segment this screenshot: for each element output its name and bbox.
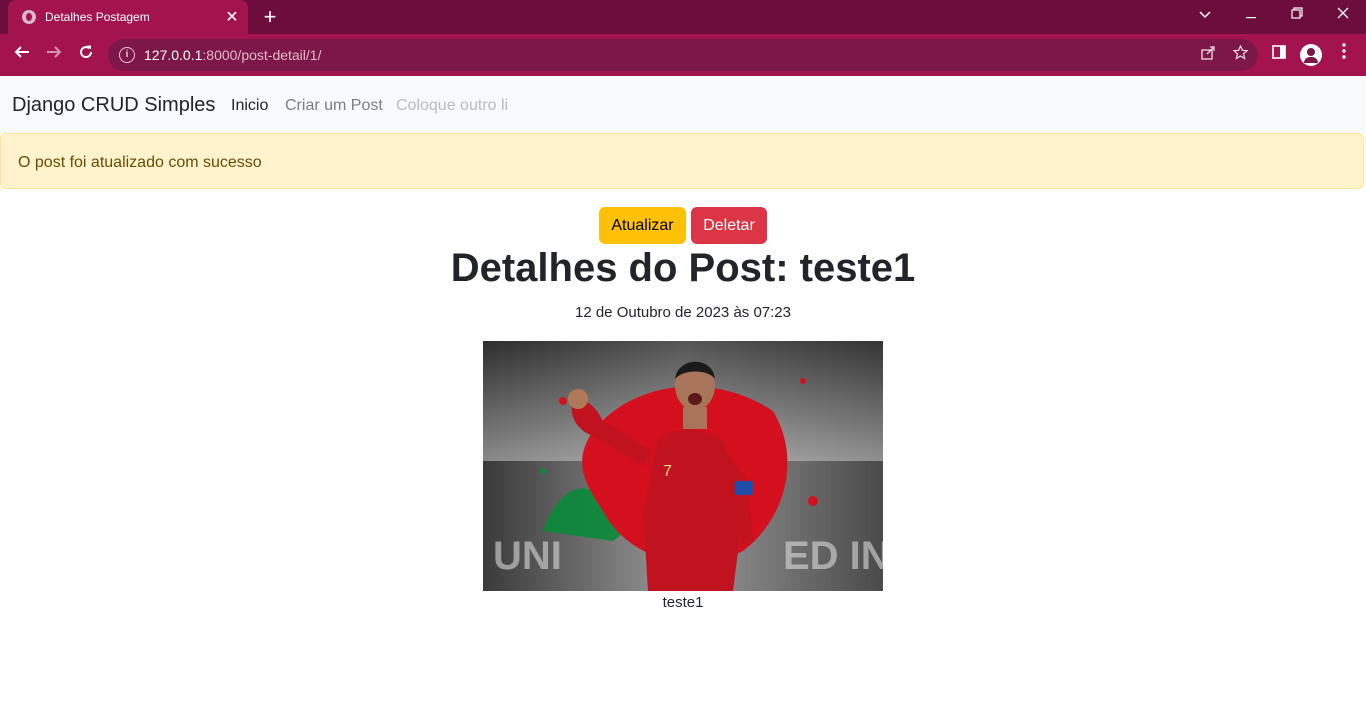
side-panel-icon[interactable] <box>1267 42 1291 68</box>
forward-arrow-icon[interactable] <box>41 42 67 68</box>
nav-link-criar-post[interactable]: Criar um Post <box>285 97 383 115</box>
app-navbar: Django CRUD Simples Inicio Criar um Post… <box>0 76 1366 133</box>
close-tab-icon[interactable]: ✕ <box>220 7 244 27</box>
nav-link-inicio[interactable]: Inicio <box>231 97 268 115</box>
success-alert: O post foi atualizado com sucesso <box>0 133 1364 189</box>
nav-link-disabled: Coloque outro li <box>396 97 509 114</box>
post-heading: Detalhes do Post: teste1 <box>450 246 916 290</box>
globe-icon <box>22 10 36 24</box>
tab-title: Detalhes Postagem <box>45 10 150 24</box>
site-info-icon[interactable]: i <box>119 47 135 63</box>
post-date: 12 de Outubro de 2023 às 07:23 <box>574 304 791 321</box>
browser-toolbar: i 127.0.0.1:8000/post-detail/1/ <box>0 34 1366 76</box>
menu-kebab-icon[interactable] <box>1332 42 1356 68</box>
reload-icon[interactable] <box>73 42 99 68</box>
url-host: 127.0.0.1 <box>144 47 203 63</box>
update-button[interactable]: Atualizar <box>599 207 686 244</box>
delete-button[interactable]: Deletar <box>691 207 767 244</box>
post-image: UNI ED IN 7 <box>483 341 883 591</box>
svg-text:7: 7 <box>663 463 672 480</box>
alert-message: O post foi atualizado com sucesso <box>18 154 262 171</box>
browser-tab[interactable]: Detalhes Postagem ✕ <box>8 0 248 34</box>
new-tab-button[interactable]: + <box>258 3 282 31</box>
address-bar[interactable]: i 127.0.0.1:8000/post-detail/1/ <box>108 39 1258 71</box>
share-icon[interactable] <box>1198 45 1218 65</box>
url-path: :8000/post-detail/1/ <box>202 47 322 63</box>
back-arrow-icon[interactable] <box>9 42 35 68</box>
navbar-brand[interactable]: Django CRUD Simples <box>12 94 215 117</box>
svg-text:ED IN: ED IN <box>783 534 883 578</box>
tab-search-icon[interactable] <box>1182 0 1228 30</box>
restore-icon[interactable] <box>1274 0 1320 30</box>
close-window-icon[interactable] <box>1320 0 1366 30</box>
image-caption: teste1 <box>662 594 704 611</box>
svg-text:UNI: UNI <box>493 534 562 578</box>
minimize-icon[interactable] <box>1228 0 1274 30</box>
profile-avatar-icon[interactable] <box>1300 44 1322 66</box>
bookmark-star-icon[interactable] <box>1230 44 1250 65</box>
url-text: 127.0.0.1:8000/post-detail/1/ <box>144 47 321 63</box>
browser-tab-strip: Detalhes Postagem ✕ + <box>0 0 1366 34</box>
